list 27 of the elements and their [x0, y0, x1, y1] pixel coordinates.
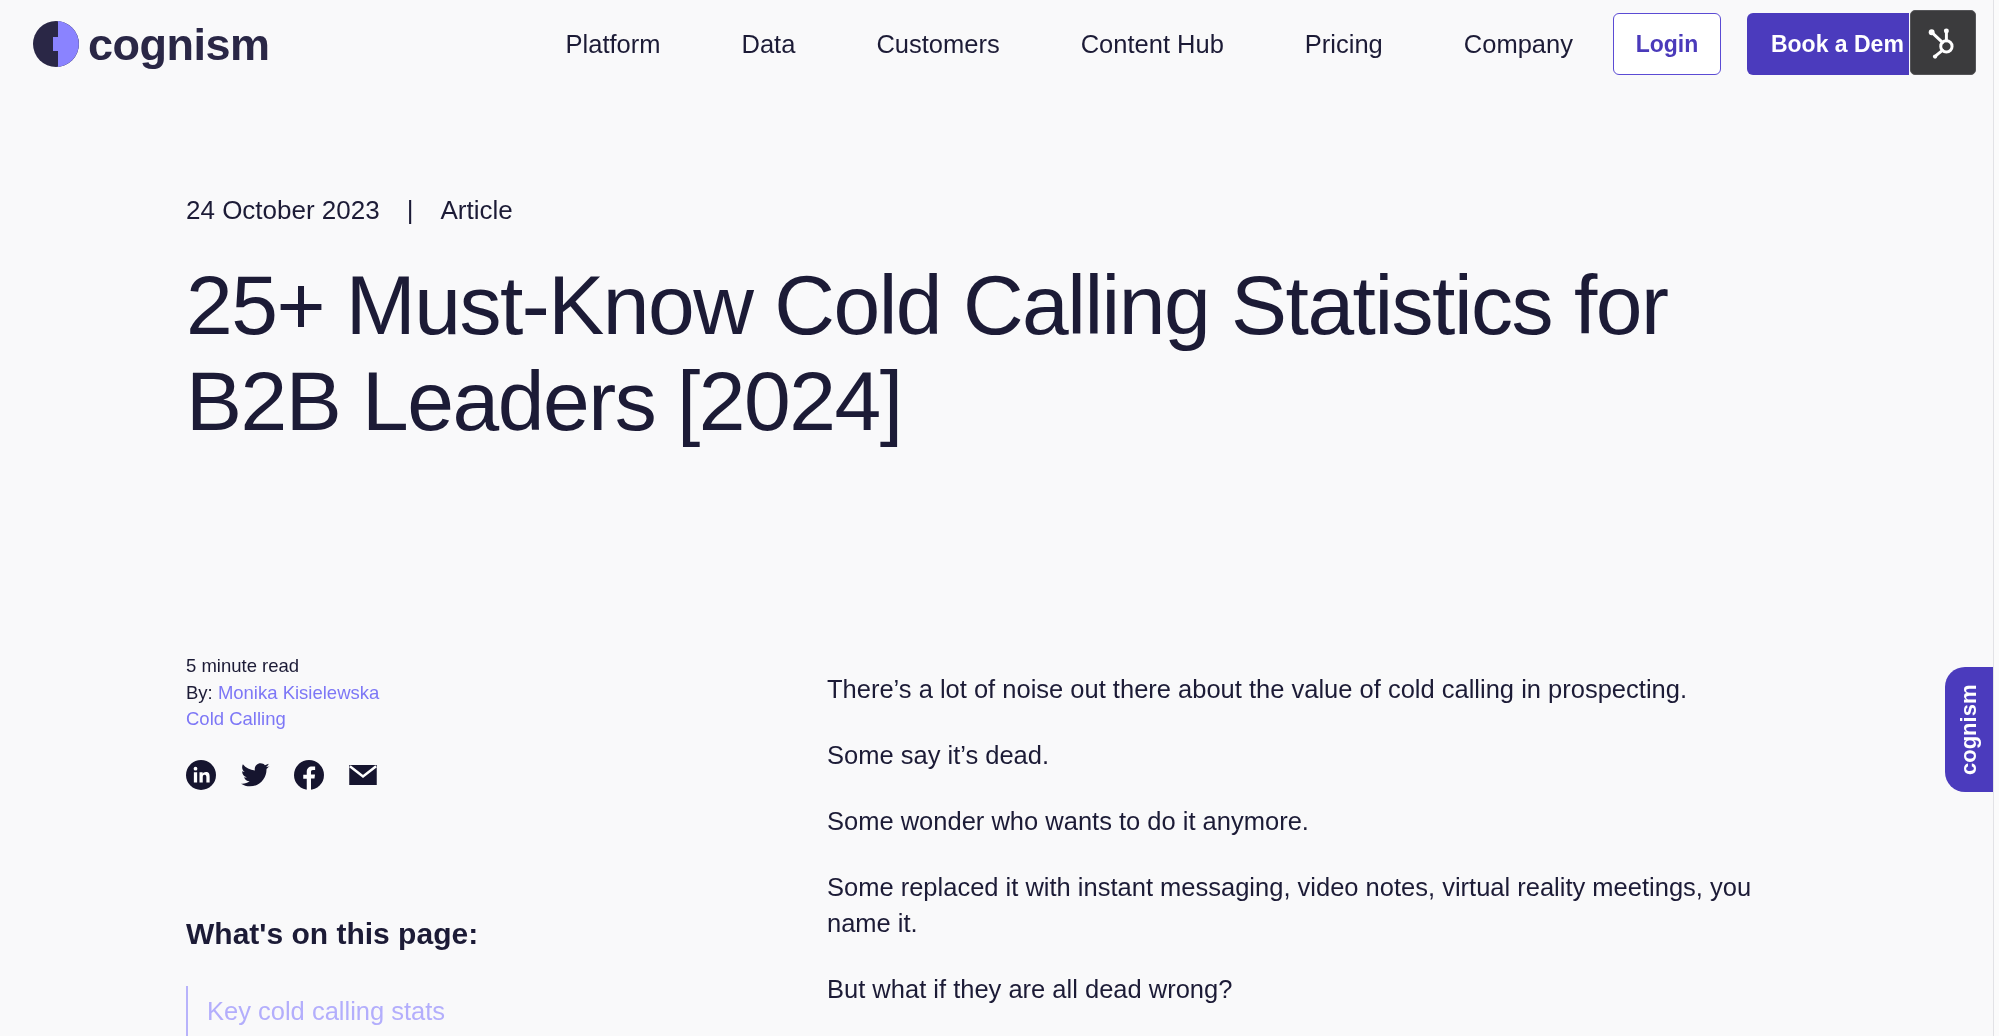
toc-heading: What's on this page:	[186, 915, 480, 952]
nav-link[interactable]: Pricing	[1304, 28, 1383, 60]
category-link[interactable]: Cold Calling	[186, 708, 286, 729]
byline-label: By:	[186, 681, 213, 703]
login-button[interactable]: Login	[1612, 13, 1721, 75]
nav-link[interactable]: Platform	[565, 28, 661, 60]
logo-icon[interactable]	[33, 21, 79, 67]
body-paragraph: There’s a lot of noise out there about the value of cold calling in prospecting.	[827, 674, 1688, 705]
meta-separator: |	[406, 194, 414, 226]
nav-link[interactable]: Data	[741, 28, 796, 60]
floating-widget-button[interactable]	[1910, 10, 1976, 75]
article-title: 25+ Must-Know Cold Calling Statistics for B2B Leaders [2024]	[186, 257, 1669, 449]
logo-wordmark[interactable]: cognism	[88, 21, 270, 67]
side-tab[interactable]: cognism	[1945, 667, 1993, 792]
nav-link[interactable]: Company	[1463, 28, 1573, 60]
linkedin-icon[interactable]	[186, 759, 216, 790]
body-paragraph: Some say it’s dead.	[827, 740, 1051, 771]
nav-link[interactable]: Customers	[876, 28, 1000, 60]
book-demo-button[interactable]: Book a Dem	[1746, 13, 1909, 75]
article-date: 24 October 2023	[186, 194, 380, 226]
nav-link[interactable]: Content Hub	[1080, 28, 1224, 60]
facebook-icon[interactable]	[294, 759, 324, 790]
article-type: Article	[440, 194, 513, 226]
body-paragraph: Some replaced it with instant messaging, video notes, virtual reality meetings, you name it.	[827, 872, 1753, 939]
body-paragraph: Some wonder who wants to do it anymore.	[827, 806, 1310, 837]
body-paragraph: But what if they are all dead wrong?	[827, 974, 1234, 1005]
read-time: 5 minute read	[186, 655, 300, 676]
